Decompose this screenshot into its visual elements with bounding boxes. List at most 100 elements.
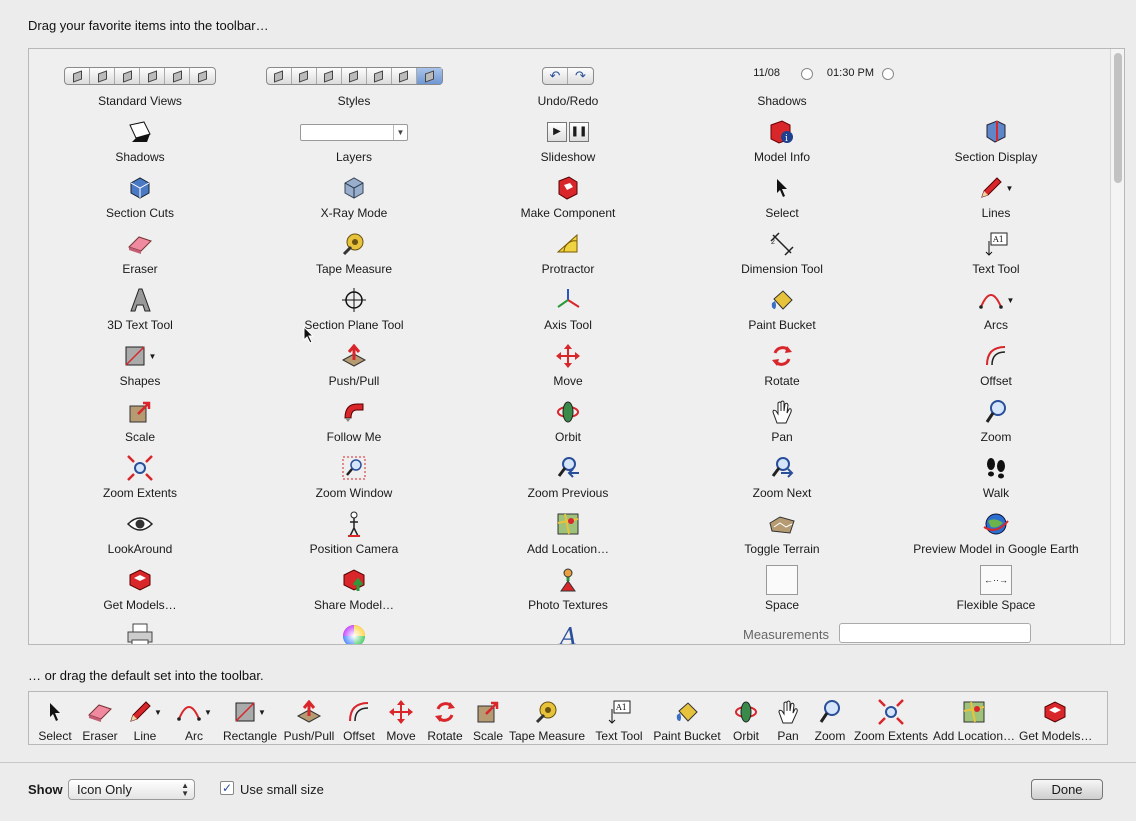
toolbar-item[interactable]: 11/08 01:30 PM Shadows [675, 55, 894, 111]
rectangle-icon: ▼ [33, 341, 247, 371]
toolbar-item[interactable]: ▼ Lines [889, 167, 1103, 223]
toolbar-item[interactable] [247, 615, 461, 644]
toolbar-item[interactable]: Share Model… [247, 559, 461, 615]
toolbar-item-label: Select [765, 206, 799, 220]
standard-views-icon [33, 61, 247, 91]
toolbar-item[interactable]: Axis Tool [461, 279, 675, 335]
add-location-icon [929, 698, 1019, 726]
scrollbar-thumb[interactable] [1114, 53, 1122, 183]
toolbar-item[interactable]: Paint Bucket [675, 279, 889, 335]
follow-me-icon [247, 397, 461, 427]
undo-redo-icon: ↶ ↷ [461, 61, 675, 91]
default-set-item: Tape Measure [507, 692, 587, 744]
tape-measure-icon [507, 698, 587, 726]
toolbar-item-label: Undo/Redo [537, 94, 599, 108]
toolbar-item[interactable]: A1 Text Tool [889, 223, 1103, 279]
panel-scrollbar[interactable] [1110, 49, 1124, 644]
toolbar-item[interactable]: Walk [889, 447, 1103, 503]
toolbar-item[interactable]: Select [675, 167, 889, 223]
layers-dropdown-icon: ▼ [247, 117, 461, 147]
toolbar-item[interactable]: Scale [33, 391, 247, 447]
toolbar-item-label: Zoom Previous [527, 486, 609, 500]
toolbar-item[interactable]: X-Ray Mode [247, 167, 461, 223]
footprints-icon [889, 453, 1103, 483]
default-toolbar-set[interactable]: Select Eraser ▼ Line ▼ Arc ▼ Rectangle Push/Pull… [28, 691, 1108, 745]
text-tool-icon: A1 [587, 698, 651, 726]
shadow-time: 01:30 PM [826, 66, 874, 79]
toolbar-item[interactable]: Offset [889, 335, 1103, 391]
toolbar-item-label: Shapes [119, 374, 161, 388]
toolbar-item[interactable]: Get Models… [33, 559, 247, 615]
toolbar-item[interactable]: ▼ Shapes [33, 335, 247, 391]
toolbar-item[interactable]: Zoom Window [247, 447, 461, 503]
toolbar-item-label: Paint Bucket [748, 318, 816, 332]
svg-text:i: i [785, 134, 788, 144]
toolbar-item[interactable]: Follow Me [247, 391, 461, 447]
rotate-icon [675, 341, 889, 371]
toolbar-item[interactable]: ▼ Arcs [889, 279, 1103, 335]
toolbar-item[interactable]: Section Plane Tool [247, 279, 461, 335]
toolbar-item[interactable]: 3D Text Tool [33, 279, 247, 335]
toolbar-item-label: Slideshow [540, 150, 596, 164]
toolbar-item[interactable]: ←··→ Flexible Space [889, 559, 1103, 615]
toolbar-item-label: Layers [335, 150, 373, 164]
toolbar-item[interactable]: ▼ Layers [247, 111, 461, 167]
toolbar-item[interactable]: Zoom Next [675, 447, 889, 503]
share-model-icon [247, 565, 461, 595]
toolbar-item[interactable]: Section Cuts [33, 167, 247, 223]
toolbar-item[interactable]: Preview Model in Google Earth [889, 503, 1103, 559]
zoom-next-icon [675, 453, 889, 483]
toolbar-item[interactable]: Toggle Terrain [675, 503, 889, 559]
toolbar-item[interactable]: Tape Measure [247, 223, 461, 279]
toolbar-item[interactable] [33, 615, 247, 644]
toolbar-item[interactable]: Push/Pull [247, 335, 461, 391]
shadows-icon [33, 117, 247, 147]
toolbar-item[interactable]: ↶ ↷ Undo/Redo [461, 55, 675, 111]
toolbar-item-label: Shadows [115, 150, 165, 164]
toolbar-item[interactable]: Make Component [461, 167, 675, 223]
toolbar-item[interactable]: Pan [675, 391, 889, 447]
terrain-icon [675, 509, 889, 539]
show-select[interactable]: Icon Only ▲ ▼ [68, 779, 195, 800]
magnifier-icon [807, 698, 853, 726]
default-set-label: Select [38, 729, 72, 743]
toolbar-item[interactable]: 2 Dimension Tool [675, 223, 889, 279]
measurements-item[interactable]: Measurements [743, 623, 1033, 643]
toolbar-item-label: Zoom [980, 430, 1012, 444]
toolbar-item-label: Space [764, 598, 800, 612]
toolbar-item[interactable]: Zoom Previous [461, 447, 675, 503]
toolbar-item[interactable]: Orbit [461, 391, 675, 447]
toolbar-item-label: LookAround [107, 542, 173, 556]
toolbar-item-label: Standard Views [98, 94, 182, 108]
toolbar-item[interactable]: LookAround [33, 503, 247, 559]
toolbar-item[interactable]: Photo Textures [461, 559, 675, 615]
toolbar-item[interactable]: ▶ ❚❚ Slideshow [461, 111, 675, 167]
offset-icon [889, 341, 1103, 371]
toolbar-item[interactable]: Standard Views [33, 55, 247, 111]
default-set-label: Scale [472, 729, 504, 743]
default-set-item: Zoom Extents [853, 692, 929, 744]
toolbar-item[interactable]: Move [461, 335, 675, 391]
toolbar-item[interactable]: Add Location… [461, 503, 675, 559]
toolbar-item[interactable]: Rotate [675, 335, 889, 391]
toolbar-item[interactable]: Space [675, 559, 889, 615]
toolbar-items-panel[interactable]: Standard Views Styles ↶ ↷ Undo/Redo 11/08 01:3… [28, 48, 1125, 645]
toolbar-item[interactable]: Shadows [33, 111, 247, 167]
google-earth-icon [889, 509, 1103, 539]
toolbar-item[interactable]: Section Display [889, 111, 1103, 167]
small-size-checkbox[interactable]: ✓ [220, 781, 234, 795]
toolbar-item[interactable]: Position Camera [247, 503, 461, 559]
toolbar-item[interactable]: Eraser [33, 223, 247, 279]
axis-icon [461, 285, 675, 315]
done-button[interactable]: Done [1031, 779, 1103, 800]
toolbar-item[interactable]: Zoom [889, 391, 1103, 447]
toolbar-item[interactable]: A [461, 615, 675, 644]
space-icon [675, 565, 889, 595]
toolbar-item[interactable]: Protractor [461, 223, 675, 279]
toolbar-item-label: Zoom Extents [102, 486, 178, 500]
rectangle-icon: ▼ [219, 698, 281, 726]
toolbar-item[interactable]: Styles [247, 55, 461, 111]
toolbar-item[interactable]: Zoom Extents [33, 447, 247, 503]
toolbar-item[interactable]: i Model Info [675, 111, 889, 167]
toolbar-item-label: Make Component [520, 206, 616, 220]
